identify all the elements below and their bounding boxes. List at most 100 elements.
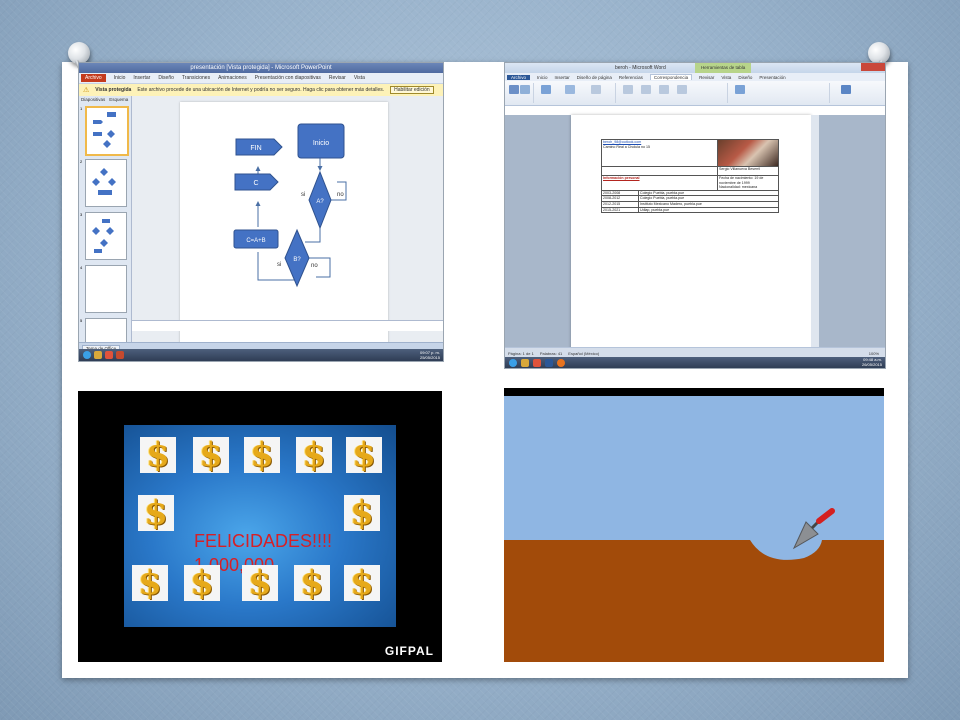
vertical-scrollbar[interactable]	[811, 115, 819, 348]
start-label: Inicio	[313, 140, 329, 147]
flowchart-process-c: C	[234, 173, 279, 191]
no-b-label: no	[311, 263, 318, 269]
dollar-icon: $	[244, 435, 280, 475]
flowchart-start: Inicio	[297, 123, 345, 159]
tab-slides[interactable]: Diapositivas	[81, 97, 105, 102]
slide-number: 2	[80, 159, 83, 164]
dollar-icon: $	[346, 435, 382, 475]
tab-review[interactable]: Revisar	[699, 75, 714, 80]
dollar-icon: $	[140, 435, 176, 475]
enable-editing-button[interactable]: Habilitar edición	[390, 86, 434, 94]
zoom-level[interactable]: 100%	[869, 351, 879, 356]
dollar-icon: $	[184, 563, 220, 603]
tab-mailings[interactable]: Correspondencia	[649, 74, 693, 80]
start-button-icon[interactable]	[509, 358, 517, 367]
protected-view-label: Vista protegida	[95, 87, 132, 93]
ribbon-group	[535, 83, 616, 103]
cv-school: Udlap, puebla.pue	[638, 206, 779, 214]
process-c-label: C	[253, 180, 258, 187]
media-icon[interactable]	[105, 351, 113, 359]
highlight-fields-icon[interactable]	[623, 85, 633, 94]
cv-years: 2015-2021	[601, 206, 639, 214]
clock-date: 26/05/2015	[861, 361, 882, 367]
pushpin-icon	[68, 42, 90, 64]
dollar-icon: $	[132, 563, 168, 603]
envelope-icon[interactable]	[509, 85, 519, 94]
powerpoint-screenshot: presentación [Vista protegida] - Microso…	[78, 62, 444, 362]
ribbon	[505, 81, 885, 106]
folder-icon[interactable]	[94, 351, 102, 359]
close-icon[interactable]	[861, 63, 885, 71]
tab-home[interactable]: Inicio	[114, 75, 126, 81]
cv-nationality: Nacionalidad: mexicana	[719, 185, 758, 190]
tab-home[interactable]: Inicio	[537, 75, 548, 80]
tab-transitions[interactable]: Transiciones	[182, 75, 210, 81]
cv-name: Sergio Villanueva Beserril	[717, 166, 779, 176]
tab-view[interactable]: Vista	[721, 75, 731, 80]
tab-layout[interactable]: Presentación	[759, 75, 785, 80]
dollar-icon: $	[294, 563, 330, 603]
table-row: 2015-2021 Udlap, puebla.pue	[601, 206, 779, 214]
page-count: Página: 1 de 1	[508, 350, 534, 356]
dollar-icon: $	[344, 493, 380, 533]
felicidades-animation: $ $ $ $ $ $ $ FELICIDADES!!!! 1,000,000 …	[78, 391, 442, 662]
slide-thumbnail[interactable]	[85, 212, 127, 260]
tab-review[interactable]: Revisar	[329, 75, 346, 81]
cv-birth: Fecha de nacimiento: 19 de noviembre de …	[719, 176, 764, 185]
finish-merge-icon[interactable]	[841, 85, 851, 94]
label-icon[interactable]	[520, 85, 530, 94]
slide[interactable]: Inicio FIN C C=A+B A? B? si no si no	[180, 102, 388, 348]
digging-animation	[504, 388, 884, 662]
greeting-line-icon[interactable]	[659, 85, 669, 94]
taskbar: 09:07 p. m. 25/05/2015	[79, 349, 443, 361]
flowchart-process-sum: C=A+B	[233, 229, 279, 249]
slide-thumbnail[interactable]	[85, 318, 127, 344]
tab-slideshow[interactable]: Presentación con diapositivas	[255, 75, 321, 81]
tab-view[interactable]: Vista	[354, 75, 365, 81]
yes-a-label: si	[301, 192, 305, 198]
select-recipients-icon[interactable]	[565, 85, 575, 94]
tab-page-layout[interactable]: Diseño de página	[577, 75, 612, 80]
address-block-icon[interactable]	[641, 85, 651, 94]
dig-hole	[750, 540, 822, 560]
pane-tabs: Diapositivas Esquema	[79, 96, 131, 103]
slide-canvas: Inicio FIN C C=A+B A? B? si no si no	[132, 96, 443, 348]
firefox-icon[interactable]	[557, 358, 565, 367]
word-icon[interactable]	[545, 358, 553, 367]
slide-thumbnail[interactable]	[85, 159, 127, 207]
tab-file[interactable]: Archivo	[507, 74, 531, 80]
tab-references[interactable]: Referencias	[619, 75, 643, 80]
tab-animations[interactable]: Animaciones	[218, 75, 247, 81]
slide-thumbnail[interactable]	[85, 106, 129, 156]
slide-thumbnail[interactable]	[85, 265, 127, 313]
slide-number: 3	[80, 212, 83, 217]
slide-number: 1	[80, 106, 83, 111]
slides-pane: Diapositivas Esquema 1 2 3 4 5	[79, 96, 132, 344]
tab-design[interactable]: Diseño	[738, 75, 752, 80]
prize-screen: $ $ $ $ $ $ $ FELICIDADES!!!! 1,000,000 …	[124, 425, 396, 627]
tab-design[interactable]: Diseño	[158, 75, 174, 81]
start-button-icon[interactable]	[83, 351, 91, 359]
cv-address: Camino Real a Cholula no 15	[603, 144, 650, 149]
ribbon-group	[831, 83, 871, 103]
edit-list-icon[interactable]	[591, 85, 601, 94]
tab-insert[interactable]: Insertar	[133, 75, 150, 81]
document-page[interactable]: beroh_98@outlook.com Camino Real a Cholu…	[571, 115, 811, 351]
media-icon[interactable]	[533, 358, 541, 367]
mail-merge-icon[interactable]	[541, 85, 551, 94]
dollar-icon: $	[242, 563, 278, 603]
congratulations-line: FELICIDADES!!!!	[194, 531, 333, 551]
tab-insert[interactable]: Insertar	[555, 75, 570, 80]
ribbon-group	[617, 83, 728, 103]
notes-pane[interactable]	[132, 320, 443, 331]
tab-outline[interactable]: Esquema	[109, 97, 128, 102]
preview-results-icon[interactable]	[735, 85, 745, 94]
powerpoint-icon[interactable]	[116, 351, 124, 359]
tab-file[interactable]: Archivo	[81, 74, 106, 82]
context-tab-label: Herramientas de tabla	[695, 63, 752, 73]
folder-icon[interactable]	[521, 358, 529, 367]
insert-field-icon[interactable]	[677, 85, 687, 94]
editor-area: Diapositivas Esquema 1 2 3 4 5 Inicio FI…	[79, 96, 443, 348]
no-a-label: no	[337, 192, 344, 198]
decision-a-label: A?	[316, 199, 324, 205]
